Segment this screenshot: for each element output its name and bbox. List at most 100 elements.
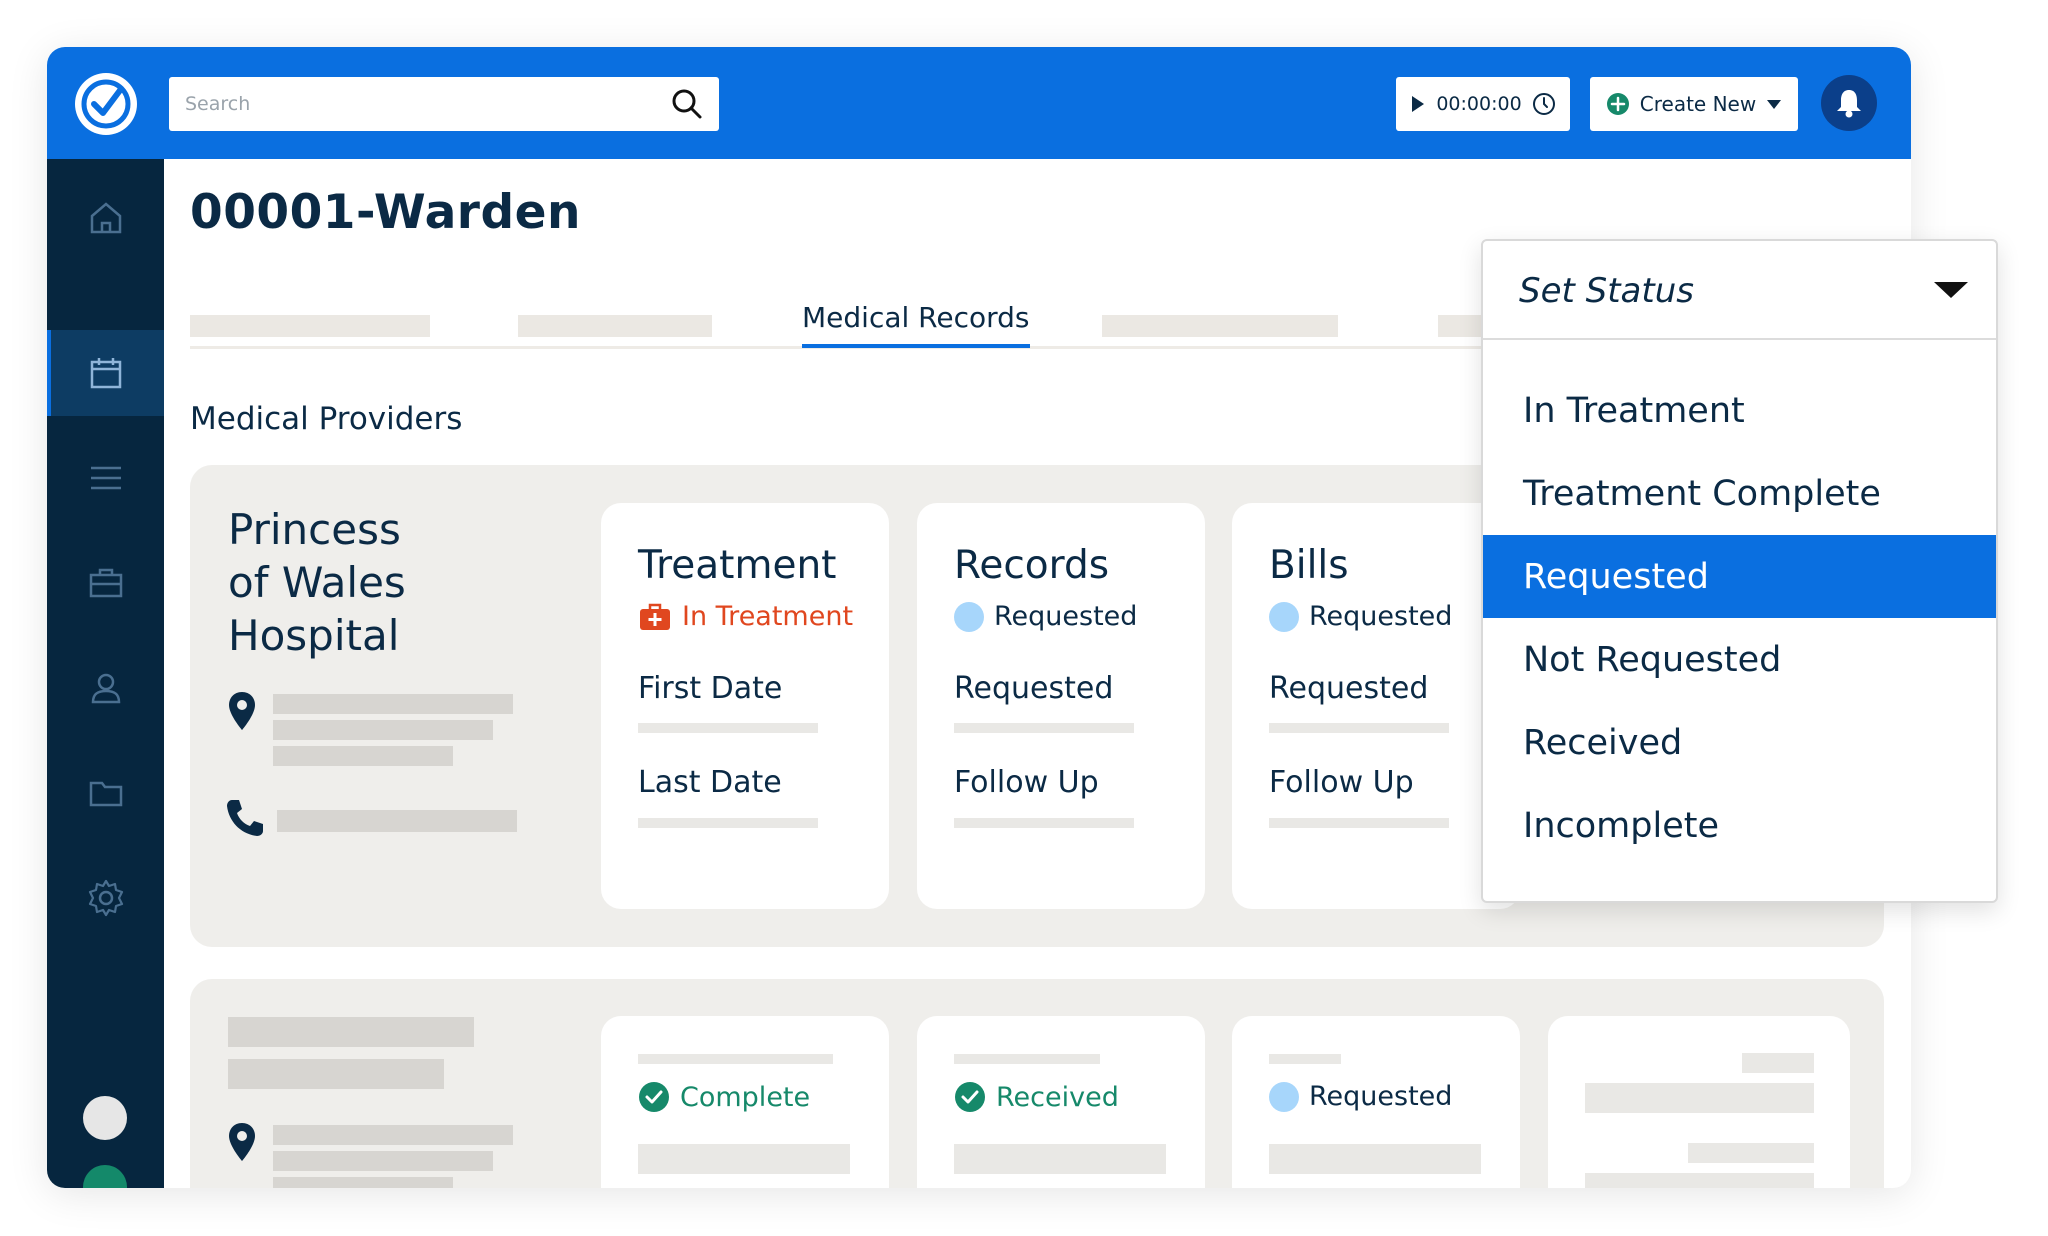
status-option-incomplete[interactable]: Incomplete [1483, 784, 1996, 867]
records-requested-label: Requested [954, 671, 1114, 706]
requested-dot-icon [954, 601, 984, 632]
treatment-status[interactable]: In Treatment [638, 601, 853, 632]
bills-card[interactable]: Bills Requested Requested Follow Up [1232, 503, 1520, 909]
set-status-select[interactable]: Set Status [1483, 241, 1996, 340]
bell-icon [1837, 90, 1861, 118]
status-option-received[interactable]: Received [1483, 701, 1996, 784]
user-avatar[interactable] [83, 1096, 127, 1140]
first-date-value-placeholder [638, 723, 818, 733]
sidebar [47, 159, 164, 1188]
status-option-requested[interactable]: Requested [1483, 535, 1996, 618]
records-title: Records [954, 543, 1110, 588]
requested-dot-icon [1269, 1081, 1299, 1112]
check-circle-icon [639, 1082, 669, 1112]
requested-status-label: Requested [1309, 1081, 1453, 1112]
provider-name-placeholder [228, 1059, 444, 1089]
complete-status-label: Complete [680, 1081, 811, 1113]
online-status-avatar[interactable] [83, 1165, 127, 1188]
last-date-label: Last Date [638, 765, 782, 800]
search-input[interactable]: Search [169, 77, 719, 131]
settings-icon [88, 879, 123, 917]
section-title: Medical Providers [190, 401, 463, 437]
app-logo-icon[interactable] [75, 73, 137, 135]
records-status-label: Requested [994, 601, 1138, 632]
timer-button[interactable]: 00:00:00 [1396, 77, 1570, 131]
calendar-icon [90, 358, 121, 389]
provider-name-line: Princess [228, 505, 401, 554]
search-placeholder: Search [185, 93, 251, 115]
address-placeholder [273, 1125, 513, 1145]
bills-title: Bills [1269, 543, 1349, 588]
phone-icon [227, 800, 263, 836]
title-placeholder [1269, 1054, 1341, 1064]
timer-value: 00:00:00 [1436, 93, 1522, 115]
sidebar-item-folder[interactable] [47, 750, 164, 836]
title-placeholder [954, 1054, 1100, 1064]
medical-kit-icon [640, 603, 670, 630]
first-date-label: First Date [638, 671, 783, 706]
sidebar-item-settings[interactable] [47, 855, 164, 941]
provider-card[interactable]: Complete Received Requested [190, 979, 1884, 1188]
bills-status[interactable]: Requested [1269, 601, 1452, 632]
folder-icon [89, 781, 122, 807]
treatment-card[interactable]: Complete [601, 1016, 889, 1188]
status-option-treatment-complete[interactable]: Treatment Complete [1483, 452, 1996, 535]
tab-medical-records[interactable]: Medical Records [802, 301, 1030, 348]
search-icon[interactable] [669, 86, 705, 122]
records-card[interactable]: Received [917, 1016, 1205, 1188]
set-status-dropdown[interactable]: Set Status In Treatment Treatment Comple… [1481, 239, 1998, 903]
treatment-status-label: In Treatment [682, 601, 854, 632]
status-option-in-treatment[interactable]: In Treatment [1483, 369, 1996, 452]
bills-card[interactable]: Requested [1232, 1016, 1520, 1188]
treatment-title: Treatment [638, 543, 837, 588]
title-placeholder [638, 1054, 833, 1064]
list-icon [90, 466, 121, 490]
bills-follow-up-value-placeholder [1269, 818, 1449, 828]
phone-placeholder [277, 810, 517, 832]
received-status-label: Received [996, 1081, 1119, 1113]
home-icon [90, 202, 121, 234]
tab-placeholder[interactable] [1102, 315, 1338, 337]
provider-name-placeholder [228, 1017, 474, 1047]
bills-follow-up-label: Follow Up [1269, 765, 1414, 800]
placeholder [1585, 1083, 1814, 1113]
value-placeholder [638, 1144, 850, 1174]
requested-status[interactable]: Requested [1269, 1081, 1452, 1112]
address-placeholder [273, 746, 453, 766]
received-status[interactable]: Received [954, 1081, 1119, 1113]
sidebar-item-user[interactable] [47, 645, 164, 731]
set-status-label: Set Status [1519, 271, 1694, 311]
address-placeholder [273, 1151, 493, 1171]
notifications-button[interactable] [1821, 75, 1877, 131]
sidebar-item-calendar[interactable] [47, 330, 164, 416]
chevron-down-icon [1767, 100, 1782, 109]
complete-status[interactable]: Complete [638, 1081, 810, 1113]
placeholder [1688, 1143, 1814, 1163]
check-circle-icon [955, 1082, 985, 1112]
create-new-label: Create New [1639, 92, 1757, 116]
tab-placeholder[interactable] [518, 315, 712, 337]
play-icon [1412, 96, 1425, 112]
records-requested-value-placeholder [954, 723, 1134, 733]
location-pin-icon [229, 1123, 255, 1161]
create-new-button[interactable]: Create New [1590, 77, 1798, 131]
page-title: 00001-Warden [190, 185, 581, 240]
top-bar: Search 00:00:00 Create New [47, 47, 1911, 159]
records-follow-up-label: Follow Up [954, 765, 1099, 800]
records-card[interactable]: Records Requested Requested Follow Up [917, 503, 1205, 909]
sidebar-item-home[interactable] [47, 175, 164, 261]
sidebar-item-briefcase[interactable] [47, 540, 164, 626]
records-follow-up-value-placeholder [954, 818, 1134, 828]
bills-status-label: Requested [1309, 601, 1453, 632]
records-status[interactable]: Requested [954, 601, 1137, 632]
provider-name: Princess of Wales Hospital [228, 503, 508, 662]
status-option-not-requested[interactable]: Not Requested [1483, 618, 1996, 701]
caret-down-icon[interactable] [1934, 282, 1968, 298]
address-placeholder [273, 720, 493, 740]
extra-card[interactable] [1548, 1016, 1850, 1188]
sidebar-item-list[interactable] [47, 435, 164, 521]
treatment-card[interactable]: Treatment In Treatment First Date Last D… [601, 503, 889, 909]
value-placeholder [1269, 1144, 1481, 1174]
address-placeholder [273, 694, 513, 714]
tab-placeholder[interactable] [190, 315, 430, 337]
